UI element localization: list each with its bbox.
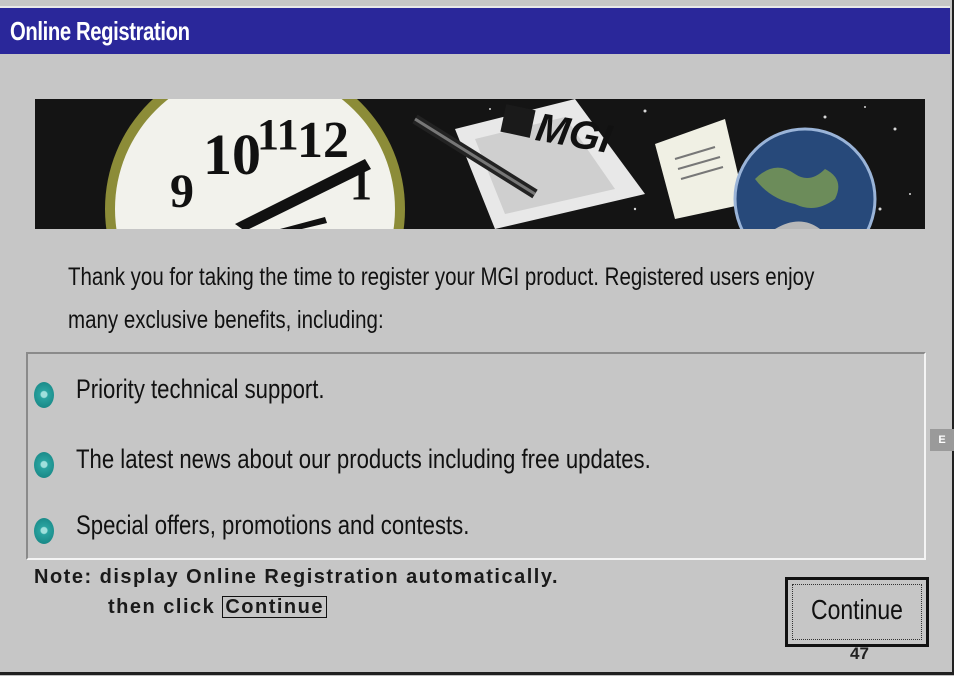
intro-line-1: Thank you for taking the time to registe… [68, 263, 815, 291]
benefit-label: Special offers, promotions and contests. [76, 510, 470, 540]
clock-numeral-9: 9 [170, 165, 194, 218]
benefit-item: The latest news about our products inclu… [28, 442, 908, 482]
note-continue-reference: Continue [222, 596, 327, 618]
bullet-icon [34, 518, 54, 544]
title-bar[interactable]: Online Registration [0, 6, 950, 54]
clock-numeral-11: 11 [257, 110, 299, 159]
clock-icon: 10 11 12 9 1 [105, 99, 405, 229]
benefit-label: Priority technical support. [76, 374, 325, 404]
intro-line-2: many exclusive benefits, including: [68, 306, 384, 334]
instruction-note: Note: display Online Registration automa… [34, 566, 560, 618]
note-prefix: then click [108, 596, 216, 618]
clock-numeral-12: 12 [297, 112, 349, 169]
window-title: Online Registration [10, 16, 190, 46]
benefit-item: Special offers, promotions and contests. [28, 508, 908, 548]
continue-button-label: Continue [811, 594, 903, 625]
section-tab: E [930, 429, 954, 451]
benefits-list: Priority technical support. The latest n… [26, 352, 926, 560]
note-line-2: then click Continue [108, 596, 327, 619]
banner-collage: 10 11 12 9 1 MGI [35, 99, 925, 229]
note-line-1: Note: display Online Registration automa… [34, 566, 560, 588]
registration-window: Online Registration 10 11 12 9 1 MGI Tha… [0, 0, 954, 675]
benefit-label: The latest news about our products inclu… [76, 444, 651, 474]
intro-text: Thank you for taking the time to registe… [68, 256, 814, 342]
bullet-icon [34, 382, 54, 408]
benefit-item: Priority technical support. [28, 372, 908, 412]
bullet-icon [34, 452, 54, 478]
continue-button[interactable]: Continue [785, 577, 929, 647]
page-number: 47 [850, 644, 869, 663]
clock-numeral-10: 10 [203, 122, 261, 187]
mgi-banner-image: 10 11 12 9 1 MGI [35, 99, 925, 229]
